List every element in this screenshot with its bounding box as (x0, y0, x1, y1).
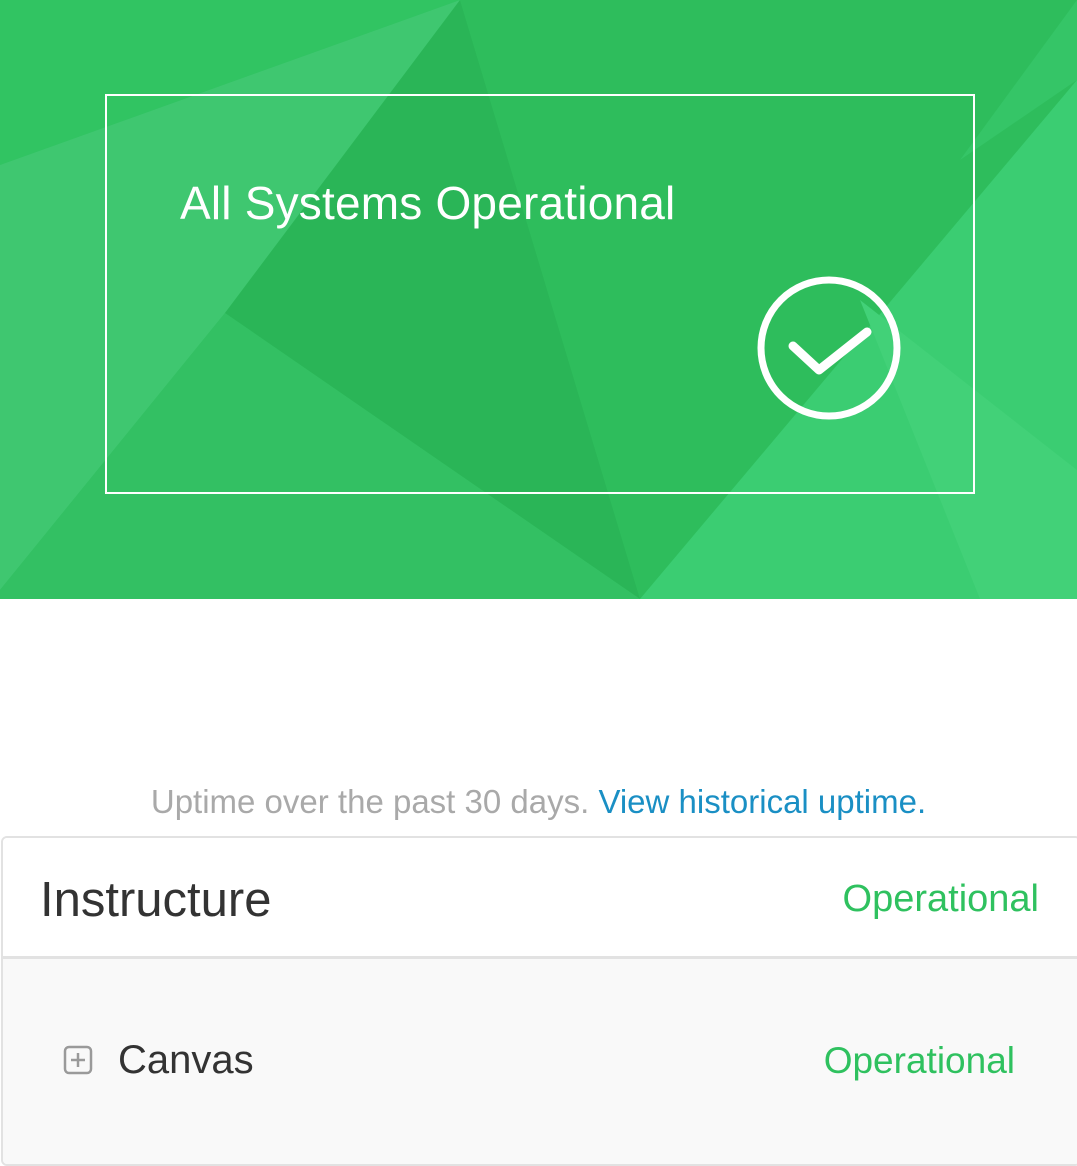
status-title: All Systems Operational (180, 177, 676, 229)
component-row-canvas: Canvas Operational (3, 959, 1077, 1159)
view-historical-uptime-link[interactable]: View historical uptime. (598, 783, 926, 820)
check-circle-icon (757, 276, 901, 420)
component-status: Operational (823, 1040, 1015, 1081)
components-container: Instructure Operational Canvas Operation… (1, 836, 1077, 1166)
plus-square-icon[interactable] (63, 1045, 93, 1075)
uptime-text: Uptime over the past 30 days. (150, 783, 590, 820)
status-summary-box: All Systems Operational (105, 94, 975, 494)
component-group-name: Instructure (40, 873, 272, 927)
uptime-caption: Uptime over the past 30 days. View histo… (0, 783, 1077, 821)
component-child-list: Canvas Operational (3, 959, 1077, 1164)
status-hero-banner: All Systems Operational (0, 0, 1077, 599)
component-group-header: Instructure Operational (3, 838, 1077, 959)
component-group-status: Operational (842, 878, 1039, 920)
component-name: Canvas (118, 1038, 254, 1082)
